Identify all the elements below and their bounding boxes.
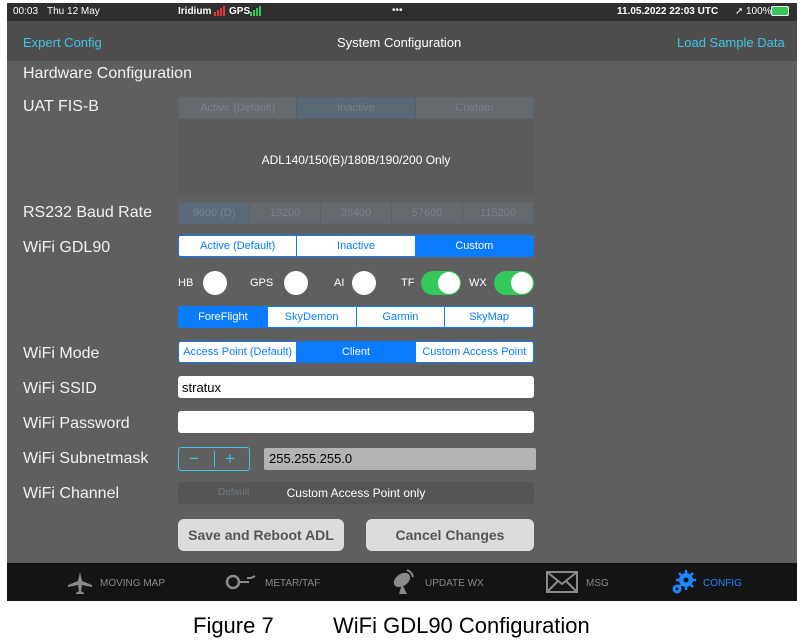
uat-option-inactive[interactable]: Inactive [297,98,416,118]
baud-segmented-control[interactable]: 9600 (D) 19200 38400 57600 115200 [178,202,534,224]
page-title: System Configuration [337,35,462,50]
wifi-password-label: WiFi Password [23,415,130,432]
gdl90-option-active[interactable]: Active (Default) [179,236,298,256]
tab-metar-taf-label: METAR/TAF [265,578,321,589]
uat-option-active[interactable]: Active (Default) [179,98,298,118]
subnet-stepper[interactable]: − + [178,447,250,471]
app-option-garmin[interactable]: Garmin [357,307,446,327]
tab-update-wx-label: UPDATE WX [425,578,484,589]
toggle-hb-label: HB [178,277,194,289]
baud-option-57600[interactable]: 57600 [392,203,463,223]
toggle-wx-switch[interactable] [494,271,534,295]
uat-info-panel: ADL140/150(B)/180B/190/200 Only [178,119,534,195]
caption-figure-number: Figure 7 [193,613,274,638]
app-option-foreflight[interactable]: ForeFlight [179,307,268,327]
channel-note: Custom Access Point only [286,486,426,500]
expert-config-button[interactable]: Expert Config [23,35,102,50]
envelope-icon [546,571,578,598]
load-sample-data-button[interactable]: Load Sample Data [677,35,785,50]
app-option-skydemon[interactable]: SkyDemon [268,307,357,327]
multitask-dots: ••• [392,5,403,16]
toggle-hb-switch[interactable] [203,271,227,295]
device-screen: 00:03 Thu 12 May Iridium GPS ••• 11.05.2… [7,3,797,601]
airplane-icon [67,571,93,600]
wifi-password-input[interactable] [178,411,534,433]
toggle-tf-label: TF [401,277,415,289]
wifi-ssid-label: WiFi SSID [23,380,97,397]
status-battery-pct: 100% [746,6,772,17]
stepper-minus-button[interactable]: − [189,449,199,469]
caption-title: WiFi GDL90 Configuration [333,613,590,638]
baud-option-115200[interactable]: 115200 [463,203,533,223]
navigation-bar: Expert Config System Configuration Load … [7,21,797,61]
uat-label: UAT FIS-B [23,98,99,115]
wifi-mode-segmented-control[interactable]: Access Point (Default) Client Custom Acc… [178,341,534,363]
gdl90-option-inactive[interactable]: Inactive [297,236,416,256]
app-segmented-control[interactable]: ForeFlight SkyDemon Garmin SkyMap [178,306,534,328]
cancel-changes-button[interactable]: Cancel Changes [366,519,534,551]
wifi-subnet-label: WiFi Subnetmask [23,450,149,467]
baud-label: RS232 Baud Rate [23,204,152,221]
subnet-value-field[interactable]: 255.255.255.0 [264,448,536,470]
iridium-signal-icon [214,6,226,19]
toggle-tf-switch[interactable] [421,271,461,295]
gdl90-segmented-control[interactable]: Active (Default) Inactive Custom [178,235,534,257]
tab-moving-map-label: MOVING MAP [100,578,166,589]
wifi-ssid-input[interactable]: stratux [178,376,534,398]
location-arrow-icon: ➚ [735,6,744,17]
gps-signal-icon [250,6,262,19]
app-option-skymap[interactable]: SkyMap [445,307,533,327]
wifi-mode-option-access-point[interactable]: Access Point (Default) [179,342,298,362]
save-reboot-button[interactable]: Save and Reboot ADL [178,519,344,551]
status-iridium-label: Iridium [178,6,212,17]
satellite-icon [389,568,415,601]
toggle-gps-switch[interactable] [284,271,308,295]
wifi-mode-option-custom-ap[interactable]: Custom Access Point [416,342,533,362]
status-time: 00:03 [13,6,39,17]
tab-msg-label: MSG [586,578,609,589]
tab-config-label: CONFIG [703,578,742,589]
stepper-plus-button[interactable]: + [225,449,235,469]
windsock-icon [225,571,259,598]
baud-option-38400[interactable]: 38400 [321,203,392,223]
battery-icon [771,6,789,16]
toggle-wx-label: WX [469,277,487,289]
wifi-mode-label: WiFi Mode [23,345,100,362]
toggle-ai-label: AI [334,277,345,289]
wifi-channel-label: WiFi Channel [23,485,120,502]
wifi-channel-control: Default Custom Access Point only [178,482,534,504]
baud-option-9600[interactable]: 9600 (D) [179,203,250,223]
toggle-gps-label: GPS [250,277,274,289]
status-date: Thu 12 May [47,6,100,17]
gdl90-label: WiFi GDL90 [23,239,111,256]
uat-segmented-control[interactable]: Active (Default) Inactive Custom [178,97,534,119]
wifi-mode-option-client[interactable]: Client [297,342,416,362]
gears-icon [671,569,697,600]
gdl90-option-custom[interactable]: Custom [415,236,533,256]
baud-option-19200[interactable]: 19200 [250,203,321,223]
section-title: Hardware Configuration [23,65,192,82]
toggle-ai-switch[interactable] [352,271,376,295]
status-datetime: 11.05.2022 22:03 UTC [617,6,719,17]
tab-bar: MOVING MAP METAR/TAF UPDATE WX MSG CONFI… [7,563,797,601]
uat-option-custom[interactable]: Custom [416,98,533,118]
uat-compatibility-note: ADL140/150(B)/180B/190/200 Only [261,153,451,167]
status-gps-label: GPS [229,6,251,17]
status-bar: 00:03 Thu 12 May Iridium GPS ••• 11.05.2… [7,3,797,21]
